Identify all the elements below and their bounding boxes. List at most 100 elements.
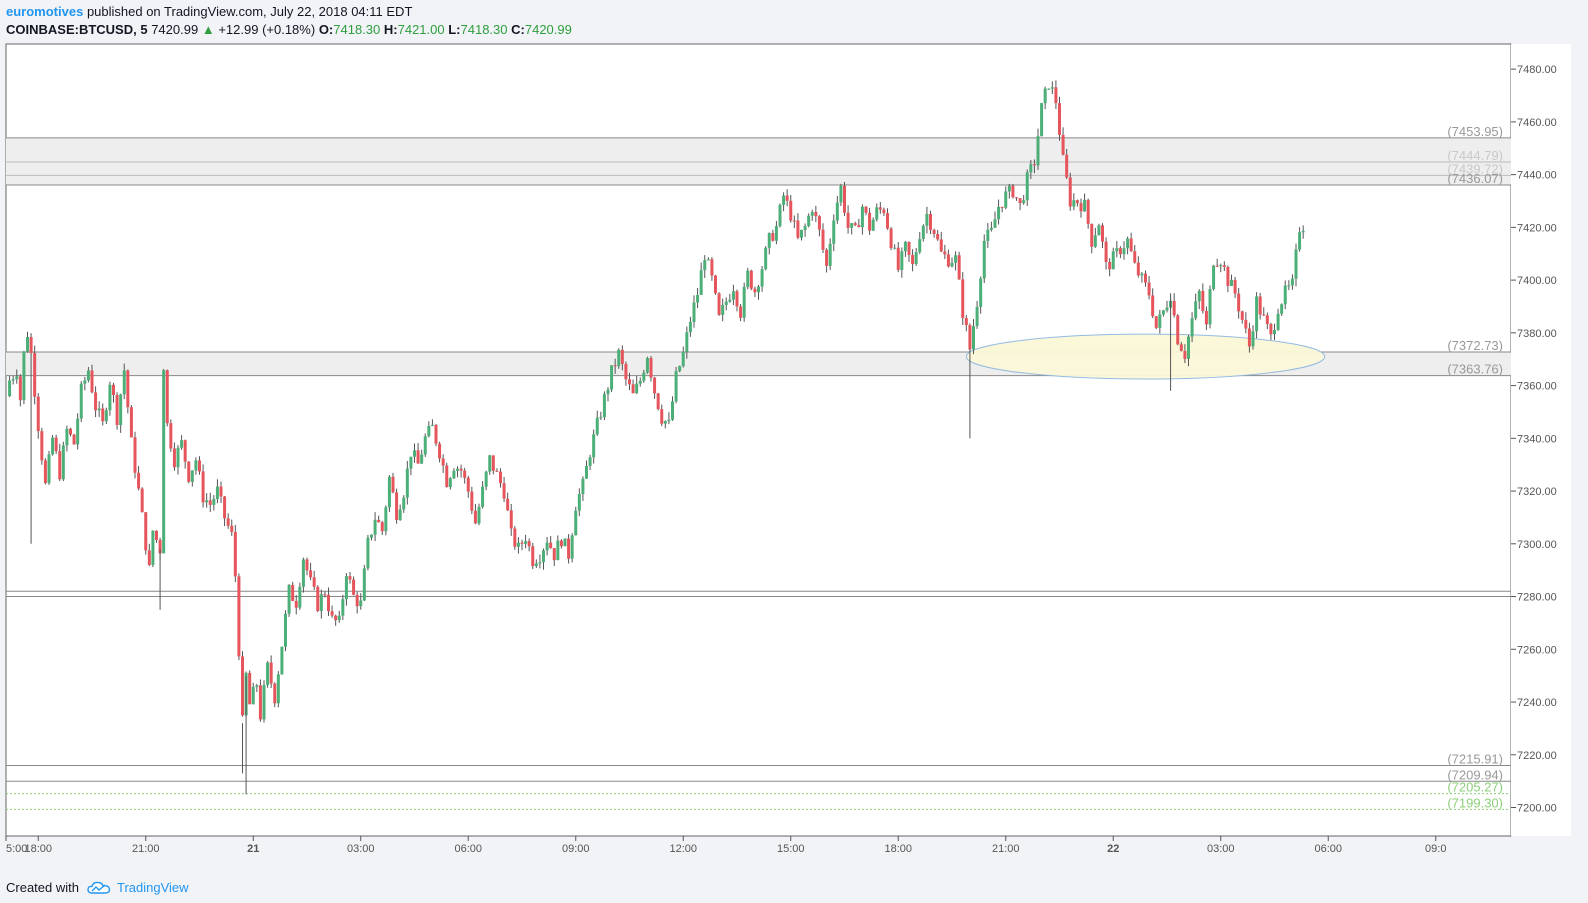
candle-body [803,226,807,230]
candle-body [137,472,141,489]
candle-body [1280,304,1284,314]
candle-body [1251,331,1255,347]
candle-body [11,379,15,381]
candle-body [477,506,481,524]
candle-body [108,384,112,411]
candle-body [527,541,531,547]
candle-body [1043,88,1047,104]
candle-body [1022,200,1026,204]
candle-body [828,243,832,266]
candle-body [986,229,990,241]
candle-body [946,254,950,267]
candle-body [1244,319,1248,329]
candle-body [201,471,205,503]
candle-body [954,255,958,263]
candle-body [567,538,571,559]
candle-body [248,672,252,705]
candle-body [1290,278,1294,286]
y-tick-label: 7480.00 [1517,64,1557,76]
candle-body [190,470,194,482]
candle-body [1061,134,1065,155]
candle-body [678,366,682,372]
high-value: 7421.00 [397,22,445,37]
candle-body [452,470,456,479]
candle-body [656,393,660,410]
level-label: (7215.91) [1447,752,1503,767]
candle-body [69,428,72,435]
candle-body [825,249,829,266]
candle-body [559,540,563,547]
candle-body [495,470,499,472]
candle-body [169,423,173,449]
candle-body [692,302,696,322]
candle-body [129,407,133,438]
candle-body [434,424,438,444]
candle-body [896,247,900,270]
candle-body [714,275,717,294]
candle-body [391,476,395,493]
candle-body [430,424,434,426]
candle-body [402,497,406,510]
x-tick-label: 21:00 [132,843,160,855]
candle-body [198,460,201,472]
candle-body [90,370,94,393]
candle-body [344,576,348,600]
candle-body [445,465,449,488]
candle-body [427,425,431,437]
candle-body [276,674,280,704]
candle-body [463,470,467,478]
candle-body [54,437,58,452]
level-label: (7453.95) [1447,124,1503,139]
candle-body [549,542,553,549]
candle-body [1140,273,1144,276]
candle-body [172,448,176,468]
candle-body [1215,265,1219,267]
candle-body [878,207,882,210]
candle-body [380,522,384,532]
tradingview-link[interactable]: TradingView [87,880,189,895]
candle-body [728,299,732,302]
candle-body [1212,265,1216,290]
chart-canvas: (7453.95)(7444.79)(7439.72)(7436.07)(737… [5,43,1571,855]
candle-body [258,685,262,720]
candle-body [1158,314,1162,328]
candle-body [101,408,105,422]
candle-body [226,518,230,526]
candle-body [860,206,864,228]
candle-body [83,380,87,384]
x-tick-label: 22 [1107,843,1119,855]
candle-body [1004,191,1008,208]
candle-body [1065,154,1069,178]
candle-body [767,233,771,248]
candle-body [499,471,502,484]
candle-body [140,488,144,513]
x-tick-label: 06:00 [1314,843,1342,855]
candle-body [581,478,585,495]
candle-body [144,512,148,551]
candle-body [907,241,911,255]
candle-body [757,286,760,293]
candle-body [1054,87,1058,104]
candle-body [932,229,936,234]
candle-body [585,466,588,479]
candle-body [710,259,714,276]
candle-body [1240,311,1244,320]
candle-body [1204,310,1208,325]
tradingview-cloud-icon [87,881,111,894]
candle-body [262,685,266,720]
candle-body [1108,262,1112,270]
candle-body [1018,198,1022,204]
candle-body [215,486,219,499]
candle-body [1262,314,1266,316]
candle-body [1032,164,1036,166]
candle-body [864,206,868,213]
candle-body [911,254,915,265]
candle-body [921,225,925,239]
candle-body [1190,318,1194,337]
symbol-label[interactable]: COINBASE:BTCUSD, 5 [6,22,148,37]
candle-body [459,468,463,471]
candle-body [782,195,786,205]
candle-body [126,370,130,408]
author-link[interactable]: euromotives [6,4,83,19]
open-value: 7418.30 [333,22,381,37]
